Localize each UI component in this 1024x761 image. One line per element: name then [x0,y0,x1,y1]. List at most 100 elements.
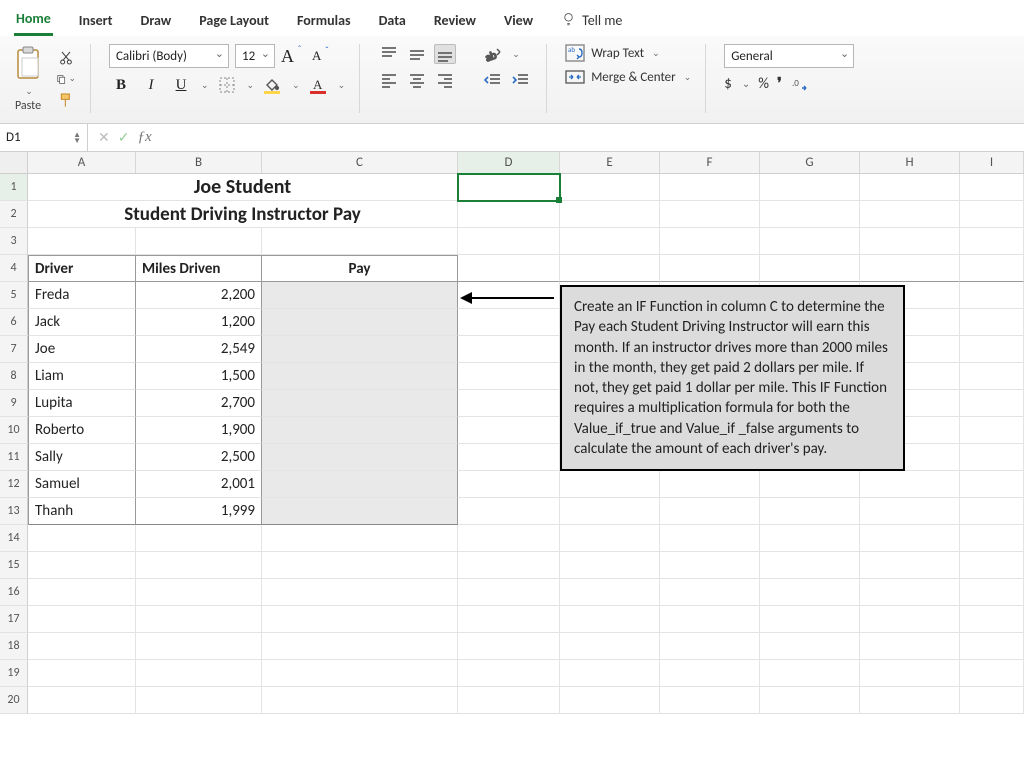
cell-B16[interactable] [136,579,262,606]
name-box[interactable]: D1 ▲▼ [0,124,88,151]
cell-B13[interactable]: 1,999 [136,498,262,525]
align-bottom-button[interactable] [434,44,456,64]
cell-E3[interactable] [560,228,660,255]
font-color-button[interactable]: A [306,74,330,96]
col-header-A[interactable]: A [28,152,136,173]
cell-G14[interactable] [760,525,860,552]
cell-C6[interactable] [262,309,458,336]
cell-F2[interactable] [660,201,760,228]
cell-C8[interactable] [262,363,458,390]
cell-H2[interactable] [860,201,960,228]
cell-E16[interactable] [560,579,660,606]
cell-G13[interactable] [760,498,860,525]
cell-H18[interactable] [860,633,960,660]
cell-I1[interactable] [960,174,1024,201]
cell-D7[interactable] [458,336,560,363]
cell-A16[interactable] [28,579,136,606]
title-cell-1[interactable]: Joe Student [28,174,458,201]
tab-view[interactable]: View [502,8,535,35]
cell-G19[interactable] [760,660,860,687]
cell-H19[interactable] [860,660,960,687]
name-box-spinner[interactable]: ▲▼ [73,132,81,144]
col-header-D[interactable]: D [458,152,560,173]
col-header-H[interactable]: H [860,152,960,173]
cell-A18[interactable] [28,633,136,660]
cell-E17[interactable] [560,606,660,633]
increase-indent-button[interactable] [510,70,532,90]
row-header-3[interactable]: 3 [0,228,28,255]
cell-A3[interactable] [28,228,136,255]
tab-tell-me[interactable]: Tell me [559,7,624,36]
cell-A12[interactable]: Samuel [28,471,136,498]
cell-I10[interactable] [960,417,1024,444]
cell-C20[interactable] [262,687,458,714]
cell-E18[interactable] [560,633,660,660]
increase-font-button[interactable]: Aˆ [281,46,294,67]
cell-B19[interactable] [136,660,262,687]
cell-I4[interactable] [960,255,1024,282]
col-header-G[interactable]: G [760,152,860,173]
cell-A9[interactable]: Lupita [28,390,136,417]
cell-B7[interactable]: 2,549 [136,336,262,363]
cut-button[interactable] [56,49,76,67]
row-header-15[interactable]: 15 [0,552,28,579]
cell-D12[interactable] [458,471,560,498]
cell-F16[interactable] [660,579,760,606]
tab-formulas[interactable]: Formulas [295,8,353,35]
borders-button[interactable] [215,74,239,96]
cell-D19[interactable] [458,660,560,687]
cell-B10[interactable]: 1,900 [136,417,262,444]
row-header-7[interactable]: 7 [0,336,28,363]
cell-A14[interactable] [28,525,136,552]
row-header-11[interactable]: 11 [0,444,28,471]
cancel-formula-button[interactable]: ✕ [98,129,110,146]
row-header-10[interactable]: 10 [0,417,28,444]
align-left-button[interactable] [378,70,400,90]
cell-E13[interactable] [560,498,660,525]
cell-E2[interactable] [560,201,660,228]
italic-button[interactable]: I [139,74,163,96]
cell-H15[interactable] [860,552,960,579]
cell-F14[interactable] [660,525,760,552]
row-header-14[interactable]: 14 [0,525,28,552]
cell-C11[interactable] [262,444,458,471]
cell-D14[interactable] [458,525,560,552]
cell-B18[interactable] [136,633,262,660]
cell-D16[interactable] [458,579,560,606]
enter-formula-button[interactable]: ✓ [118,129,130,146]
cell-F3[interactable] [660,228,760,255]
cell-D10[interactable] [458,417,560,444]
cell-F15[interactable] [660,552,760,579]
cell-C4[interactable]: Pay [262,255,458,282]
copy-button[interactable]: ⌄ [56,70,76,88]
cell-I19[interactable] [960,660,1024,687]
cell-F13[interactable] [660,498,760,525]
increase-decimal-button[interactable]: .0 [790,75,810,93]
cell-I7[interactable] [960,336,1024,363]
percent-format-button[interactable]: % [758,75,769,93]
cell-D17[interactable] [458,606,560,633]
fill-color-button[interactable] [260,74,284,96]
cell-I11[interactable] [960,444,1024,471]
cell-D1[interactable] [458,174,560,201]
cell-F12[interactable] [660,471,760,498]
cell-E19[interactable] [560,660,660,687]
cell-H3[interactable] [860,228,960,255]
cell-C17[interactable] [262,606,458,633]
row-header-18[interactable]: 18 [0,633,28,660]
row-header-5[interactable]: 5 [0,282,28,309]
cell-H16[interactable] [860,579,960,606]
row-header-19[interactable]: 19 [0,660,28,687]
cell-B8[interactable]: 1,500 [136,363,262,390]
cell-I8[interactable] [960,363,1024,390]
cell-I6[interactable] [960,309,1024,336]
title-cell-2[interactable]: Student Driving Instructor Pay [28,201,458,228]
row-header-2[interactable]: 2 [0,201,28,228]
col-header-I[interactable]: I [960,152,1024,173]
row-header-6[interactable]: 6 [0,309,28,336]
cell-I2[interactable] [960,201,1024,228]
cell-G20[interactable] [760,687,860,714]
row-header-16[interactable]: 16 [0,579,28,606]
cell-C3[interactable] [262,228,458,255]
cell-H17[interactable] [860,606,960,633]
